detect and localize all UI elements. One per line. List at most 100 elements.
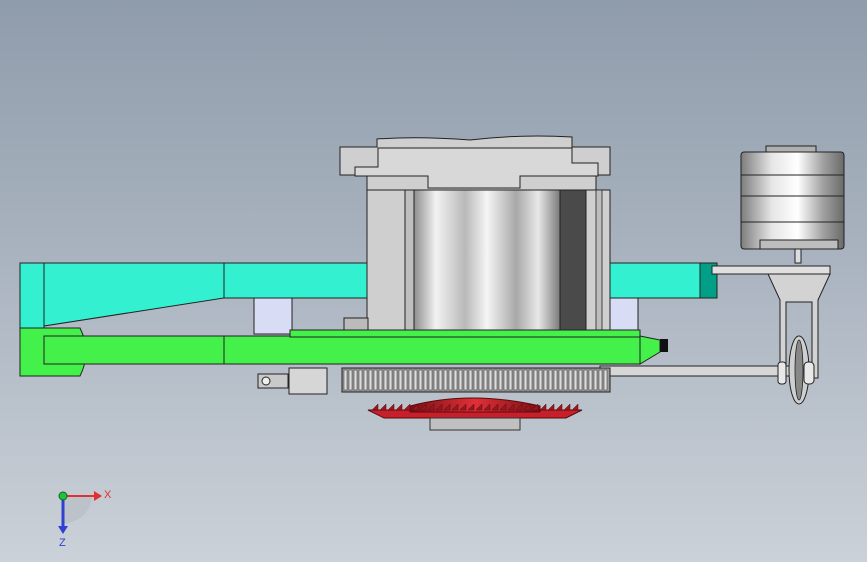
gear-tooth bbox=[438, 369, 443, 391]
cutter-disc[interactable] bbox=[367, 397, 583, 431]
housing-foot bbox=[343, 317, 369, 331]
gear-tooth bbox=[583, 369, 588, 391]
gear-tooth bbox=[358, 369, 363, 391]
gear-tooth bbox=[448, 369, 453, 391]
gear-tooth bbox=[443, 369, 448, 391]
motor-housing[interactable] bbox=[339, 135, 611, 331]
gear-tooth bbox=[598, 369, 603, 391]
upper-arm-mid bbox=[223, 262, 368, 299]
gear-tooth bbox=[378, 369, 383, 391]
drum-dark-band bbox=[559, 189, 587, 331]
cutter-fin bbox=[547, 403, 555, 411]
gear-tooth bbox=[393, 369, 398, 391]
gear-tooth bbox=[418, 369, 423, 391]
gear-tooth bbox=[533, 369, 538, 391]
gear-tooth bbox=[523, 369, 528, 391]
cad-viewport[interactable]: X Z bbox=[0, 0, 867, 562]
gear-tooth bbox=[548, 369, 553, 391]
spacer-block-right bbox=[609, 297, 639, 331]
side-motor-assembly[interactable] bbox=[711, 145, 845, 405]
gear-tooth bbox=[578, 369, 583, 391]
gear-tooth bbox=[573, 369, 578, 391]
gear-tooth bbox=[363, 369, 368, 391]
cutter-fin bbox=[371, 403, 379, 411]
upper-arm-left-block bbox=[19, 262, 45, 329]
cutter-fin bbox=[539, 403, 547, 411]
gear-tooth bbox=[383, 369, 388, 391]
gear-tooth bbox=[413, 369, 418, 391]
gear-tooth bbox=[513, 369, 518, 391]
cutter-shaft bbox=[429, 417, 521, 431]
gear-tooth bbox=[483, 369, 488, 391]
link-plate bbox=[711, 265, 831, 275]
spacer-block-left bbox=[253, 297, 293, 335]
z-axis-label: Z bbox=[59, 537, 66, 549]
cutter-fin bbox=[387, 403, 395, 411]
gear-tooth bbox=[428, 369, 433, 391]
triad-shadow bbox=[63, 496, 92, 524]
cutter-fin bbox=[395, 403, 403, 411]
gear-tooth bbox=[348, 369, 353, 391]
gear-tooth bbox=[503, 369, 508, 391]
pulley-groove bbox=[794, 339, 804, 401]
lower-arm-tail bbox=[639, 335, 661, 365]
housing-body-left-rib bbox=[404, 189, 415, 331]
z-axis-arrow-icon bbox=[58, 526, 68, 534]
upper-arm-right bbox=[609, 262, 703, 299]
gear-tooth bbox=[398, 369, 403, 391]
lower-arm-body-right bbox=[223, 335, 641, 365]
gear-tooth bbox=[518, 369, 523, 391]
housing-body-right-rib bbox=[595, 189, 603, 331]
gear-tooth bbox=[553, 369, 558, 391]
x-axis-label: X bbox=[104, 489, 112, 501]
lower-arm-top-plate bbox=[289, 329, 641, 338]
cutter-fin bbox=[563, 403, 571, 411]
lower-arm-body-left bbox=[43, 335, 225, 365]
gear-tooth bbox=[543, 369, 548, 391]
gear-tooth bbox=[463, 369, 468, 391]
housing-body-left bbox=[366, 189, 406, 331]
upper-arm-tapered-section bbox=[43, 262, 225, 327]
cutter-fin bbox=[379, 403, 387, 411]
gear-train[interactable] bbox=[257, 365, 801, 395]
gear-shaft-bar bbox=[599, 365, 801, 377]
gear-tooth bbox=[478, 369, 483, 391]
pinion-block bbox=[288, 367, 328, 395]
gear-tooth bbox=[453, 369, 458, 391]
side-motor-base bbox=[759, 239, 839, 250]
gear-tooth bbox=[468, 369, 473, 391]
drum-cylinder bbox=[413, 189, 561, 331]
gear-tooth bbox=[433, 369, 438, 391]
gear-tooth bbox=[373, 369, 378, 391]
gear-tooth bbox=[568, 369, 573, 391]
x-axis-arrow-icon bbox=[94, 491, 102, 501]
gear-tooth bbox=[343, 369, 348, 391]
gear-tooth bbox=[563, 369, 568, 391]
cutter-fin bbox=[403, 403, 411, 411]
gear-tooth bbox=[508, 369, 513, 391]
pulley-roller-left bbox=[777, 361, 787, 385]
gear-tooth bbox=[593, 369, 598, 391]
gear-tooth bbox=[408, 369, 413, 391]
gear-tooth bbox=[538, 369, 543, 391]
gear-tooth bbox=[368, 369, 373, 391]
gear-tooth bbox=[493, 369, 498, 391]
gear-tooth bbox=[588, 369, 593, 391]
side-motor-shaft bbox=[794, 248, 802, 264]
gear-tooth bbox=[488, 369, 493, 391]
cutter-fin bbox=[571, 403, 579, 411]
gear-tooth bbox=[403, 369, 408, 391]
gear-tooth bbox=[528, 369, 533, 391]
gear-tooth bbox=[473, 369, 478, 391]
bolt-icon bbox=[261, 376, 271, 386]
gear-tooth bbox=[558, 369, 563, 391]
y-axis-dot-icon bbox=[58, 491, 68, 501]
cutter-fin bbox=[555, 403, 563, 411]
gear-tooth bbox=[498, 369, 503, 391]
gear-tooth bbox=[423, 369, 428, 391]
pulley-roller bbox=[803, 361, 815, 385]
coordinate-triad: X Z bbox=[58, 489, 112, 549]
lower-arm-end-nub bbox=[660, 339, 668, 352]
gear-tooth bbox=[603, 369, 608, 391]
side-motor-body bbox=[740, 151, 845, 250]
